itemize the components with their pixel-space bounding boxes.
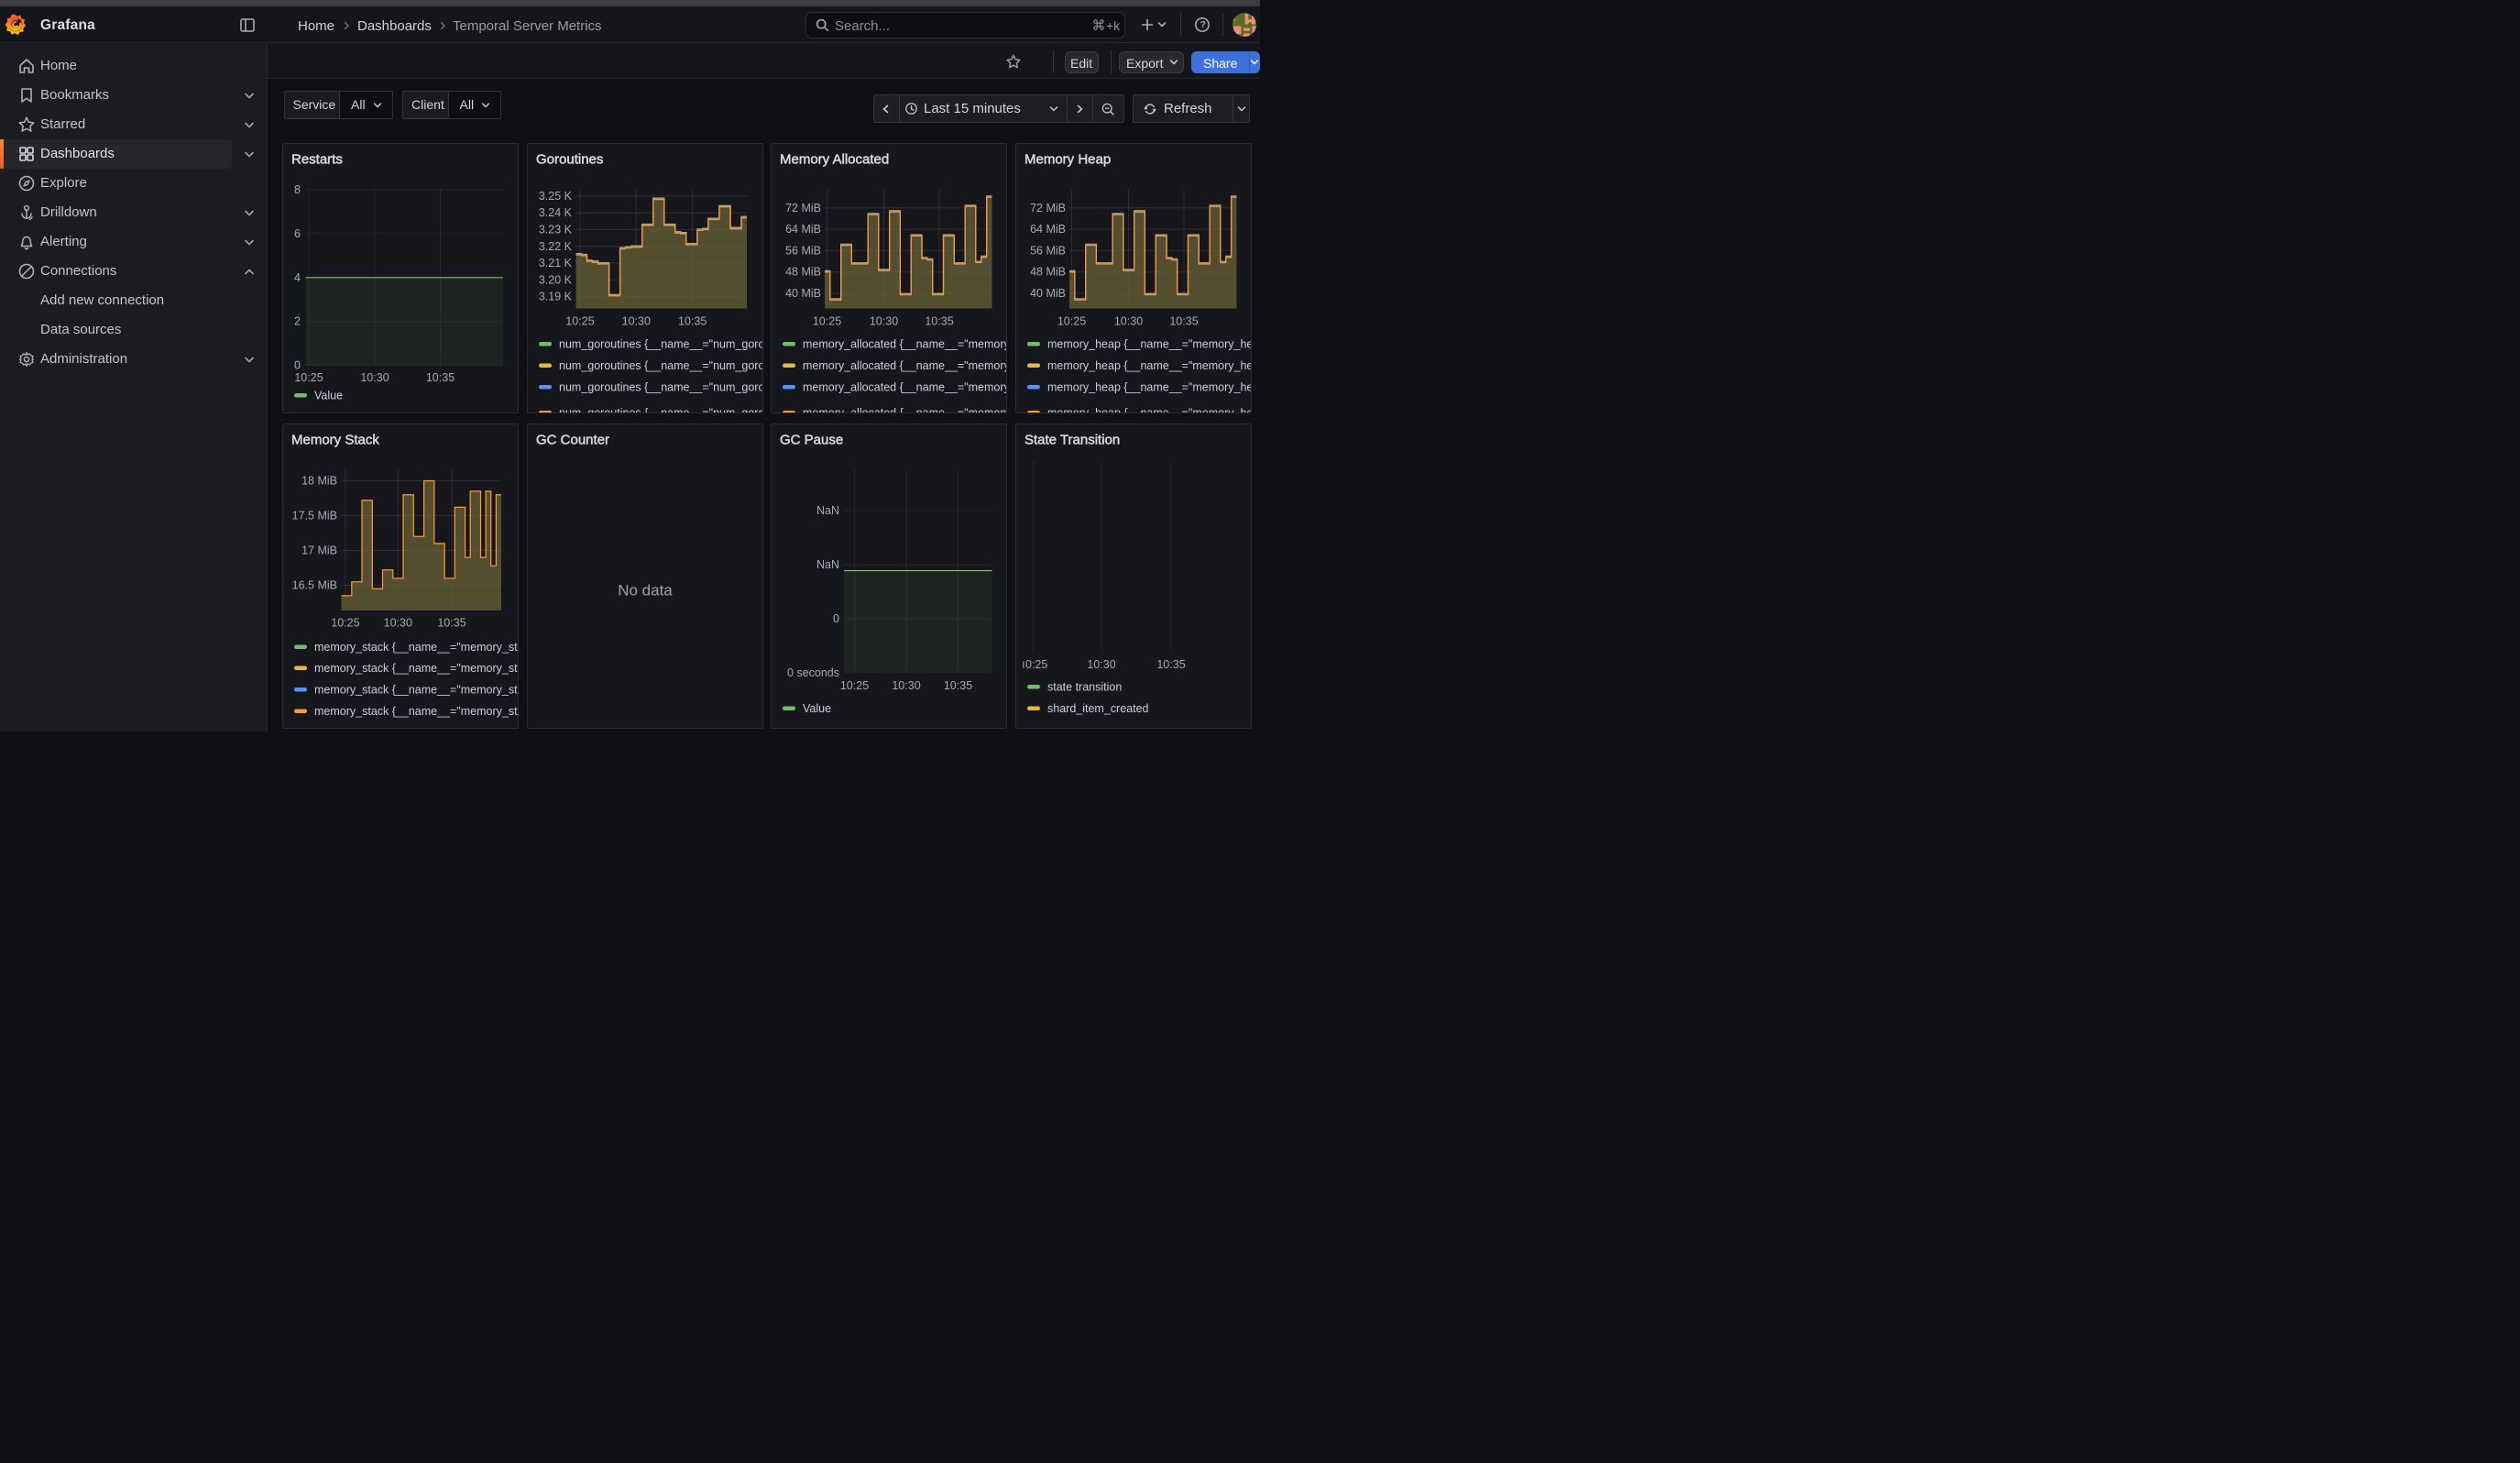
svg-text:3.19 K: 3.19 K [538,291,572,303]
svg-text:48 MiB: 48 MiB [1030,266,1066,279]
svg-text:40 MiB: 40 MiB [1030,287,1066,300]
svg-text:memory_heap {__name__="memory_: memory_heap {__name__="memory_heap", ins… [1047,407,1252,414]
svg-text:10:35: 10:35 [925,315,953,328]
svg-text:17.5 MiB: 17.5 MiB [292,510,337,522]
svg-text:10:35: 10:35 [678,315,707,328]
svg-text:3.25 K: 3.25 K [538,190,572,203]
svg-text:10:35: 10:35 [437,617,466,630]
svg-text:18 MiB: 18 MiB [301,475,337,488]
svg-text:memory_heap {__name__="memory_: memory_heap {__name__="memory_heap", ins… [1047,338,1252,351]
svg-text:2: 2 [294,315,301,328]
svg-text:Value: Value [803,702,831,715]
svg-text:memory_stack {__name__="memory: memory_stack {__name__="memory_stack", i… [314,705,519,718]
svg-text:10:25: 10:25 [1057,315,1085,328]
svg-text:memory_allocated {__name__="me: memory_allocated {__name__="memory_alloc… [803,359,1007,372]
svg-text:10:30: 10:30 [870,315,898,328]
svg-text:num_goroutines {__name__="num_: num_goroutines {__name__="num_goroutines… [559,407,763,414]
svg-text:10:35: 10:35 [1169,315,1198,328]
svg-text:48 MiB: 48 MiB [785,266,821,279]
svg-text:10:25: 10:25 [840,679,869,692]
svg-text:72 MiB: 72 MiB [785,202,821,214]
svg-text:10:30: 10:30 [360,371,389,384]
svg-text:17 MiB: 17 MiB [301,544,337,557]
svg-text:10:25: 10:25 [294,371,323,384]
svg-text:10:30: 10:30 [384,617,412,630]
svg-text:10:25: 10:25 [813,315,841,328]
svg-text:64 MiB: 64 MiB [1030,223,1066,236]
svg-text:56 MiB: 56 MiB [1030,244,1066,257]
svg-text:10:30: 10:30 [892,679,920,692]
svg-text:memory_allocated {__name__="me: memory_allocated {__name__="memory_alloc… [803,338,1007,351]
svg-text:10:35: 10:35 [944,679,972,692]
svg-text:10:30: 10:30 [621,315,650,328]
svg-text:memory_allocated {__name__="me: memory_allocated {__name__="memory_alloc… [803,381,1007,394]
svg-text:0: 0 [833,612,839,625]
svg-text:num_goroutines {__name__="num_: num_goroutines {__name__="num_goroutines… [559,359,763,372]
svg-text:Memory Heap: Memory Heap [1024,152,1111,168]
svg-text:3.23 K: 3.23 K [538,224,572,236]
svg-text:memory_allocated {__name__="me: memory_allocated {__name__="memory_alloc… [803,407,1007,414]
svg-text:3.24 K: 3.24 K [538,206,572,219]
svg-text:6: 6 [294,227,301,240]
svg-text:10:35: 10:35 [426,371,455,384]
svg-text:4: 4 [294,271,301,284]
svg-text:State Transition: State Transition [1024,433,1120,448]
svg-text:3.22 K: 3.22 K [538,240,572,253]
svg-text:Goroutines: Goroutines [536,152,603,168]
svg-text:memory_stack {__name__="memory: memory_stack {__name__="memory_stack", i… [314,662,519,675]
svg-text:0:25: 0:25 [1025,658,1047,671]
svg-text:40 MiB: 40 MiB [785,287,821,300]
svg-text:56 MiB: 56 MiB [785,244,821,257]
svg-text:num_goroutines {__name__="num_: num_goroutines {__name__="num_goroutines… [559,381,763,394]
svg-text:3.21 K: 3.21 K [538,257,572,270]
svg-text:Memory Stack: Memory Stack [291,433,379,448]
svg-text:0: 0 [294,359,301,372]
svg-text:memory_stack {__name__="memory: memory_stack {__name__="memory_stack", i… [314,641,519,654]
svg-text:Restarts: Restarts [291,152,343,168]
svg-text:memory_heap {__name__="memory_: memory_heap {__name__="memory_heap", ins… [1047,359,1252,372]
svg-text:10:35: 10:35 [1156,658,1185,671]
svg-text:shard_item_created: shard_item_created [1047,702,1149,715]
svg-text:10:30: 10:30 [1087,658,1115,671]
svg-text:64 MiB: 64 MiB [785,223,821,236]
svg-text:Memory Allocated: Memory Allocated [780,152,889,168]
svg-text:3.20 K: 3.20 K [538,273,572,286]
svg-text:10:25: 10:25 [565,315,594,328]
svg-text:state transition: state transition [1047,681,1122,694]
svg-text:memory_stack {__name__="memory: memory_stack {__name__="memory_stack", i… [314,684,519,697]
svg-text:72 MiB: 72 MiB [1030,202,1066,214]
svg-text:GC Pause: GC Pause [780,433,843,448]
svg-text:GC Counter: GC Counter [536,433,609,448]
svg-text:16.5 MiB: 16.5 MiB [292,579,337,592]
svg-text:No data: No data [618,582,673,600]
svg-text:memory_heap {__name__="memory_: memory_heap {__name__="memory_heap", ins… [1047,381,1252,394]
svg-text:num_goroutines {__name__="num_: num_goroutines {__name__="num_goroutines… [559,338,763,351]
svg-text:10:25: 10:25 [331,617,359,630]
svg-text:NaN: NaN [816,558,839,571]
svg-text:8: 8 [294,183,301,196]
svg-text:0 seconds: 0 seconds [787,666,839,679]
svg-text:Value: Value [314,390,343,402]
svg-text:10:30: 10:30 [1113,315,1142,328]
svg-text:NaN: NaN [816,504,839,517]
